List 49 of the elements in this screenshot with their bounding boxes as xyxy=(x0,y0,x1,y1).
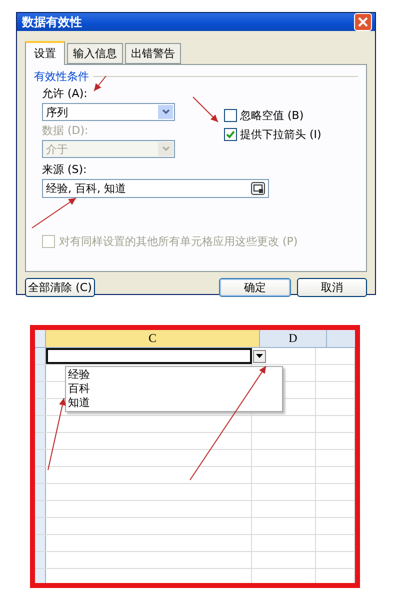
arrow-annotation xyxy=(94,76,106,92)
dialog-button[interactable]: 确定 xyxy=(219,278,291,297)
checkbox-label: 提供下拉箭头 (I) xyxy=(240,127,322,142)
row-header[interactable] xyxy=(35,569,46,583)
column-header[interactable]: C xyxy=(46,330,260,347)
row-header[interactable] xyxy=(35,416,46,432)
arrow-annotation xyxy=(32,198,76,228)
field-label: 数据 (D): xyxy=(42,123,88,138)
dialog-button[interactable]: 取消 xyxy=(297,278,367,297)
row-header[interactable] xyxy=(35,433,46,449)
dialog-button[interactable]: 全部清除 (C) xyxy=(25,278,95,297)
row-header[interactable] xyxy=(35,535,46,551)
row-header[interactable] xyxy=(35,450,46,466)
row-header[interactable] xyxy=(35,467,46,483)
row-header[interactable] xyxy=(35,382,46,398)
tab[interactable]: 输入信息 xyxy=(67,43,123,64)
dropdown-item[interactable]: 百科 xyxy=(68,382,280,396)
range-picker-icon[interactable] xyxy=(251,182,265,195)
row-header[interactable] xyxy=(35,484,46,500)
active-cell[interactable] xyxy=(46,348,252,364)
row-header[interactable] xyxy=(35,365,46,381)
field-label: 允许 (A): xyxy=(42,86,88,101)
window-title: 数据有效性 xyxy=(22,14,82,30)
row-header[interactable] xyxy=(35,552,46,568)
tab[interactable]: 设置 xyxy=(25,41,65,65)
chevron-icon xyxy=(158,105,173,119)
checkbox[interactable] xyxy=(224,128,237,141)
dropdown-item[interactable]: 经验 xyxy=(68,368,280,382)
group-label: 有效性条件 xyxy=(34,69,89,84)
checkbox-label: 对有同样设置的其他所有单元格应用这些更改 (P) xyxy=(59,234,298,249)
caret-icon xyxy=(256,354,263,358)
field-label: 来源 (S): xyxy=(42,162,87,177)
row-header[interactable] xyxy=(35,348,46,364)
checkbox-label: 忽略空值 (B) xyxy=(240,108,304,123)
column-header[interactable] xyxy=(327,330,355,347)
chevron-icon xyxy=(158,142,173,156)
close-icon xyxy=(358,17,368,27)
row-header[interactable] xyxy=(35,399,46,415)
dropdown-select[interactable]: 序列 xyxy=(42,103,175,121)
arrow-annotation xyxy=(192,96,218,122)
checkbox[interactable] xyxy=(224,109,237,122)
close-button[interactable] xyxy=(354,13,372,31)
dropdown-button[interactable] xyxy=(252,350,266,362)
row-header[interactable] xyxy=(35,518,46,534)
column-header[interactable]: D xyxy=(260,330,327,347)
row-header[interactable] xyxy=(35,501,46,517)
tab[interactable]: 出错警告 xyxy=(125,43,181,64)
source-field[interactable]: 经验, 百科, 知道 xyxy=(42,179,269,198)
dropdown-item[interactable]: 知道 xyxy=(68,396,280,410)
